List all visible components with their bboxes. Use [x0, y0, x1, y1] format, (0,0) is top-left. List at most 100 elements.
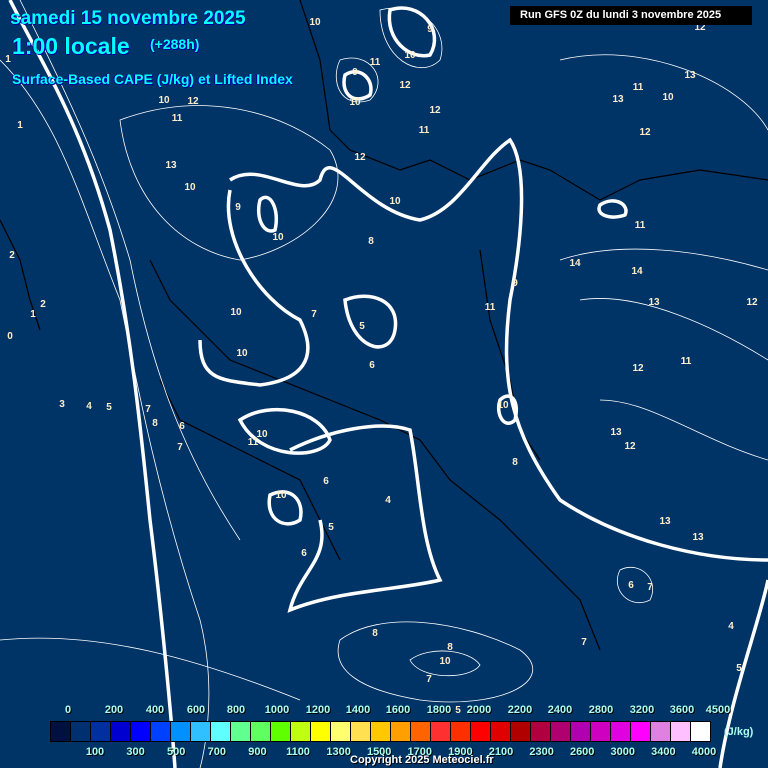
- contour-label: 3: [59, 399, 65, 410]
- contour-label: 8: [512, 457, 518, 468]
- contour-label: 11: [172, 113, 183, 124]
- legend-label-bottom: 500: [167, 746, 186, 758]
- contour-label: 7: [647, 582, 653, 593]
- legend-swatch: [251, 722, 271, 741]
- legend-swatch: [491, 722, 511, 741]
- contour-labels: 1091011912101212111310111212101311121310…: [5, 17, 758, 716]
- contour-label: 6: [179, 421, 185, 432]
- contour-label: 13: [648, 297, 660, 308]
- legend-swatch: [511, 722, 531, 741]
- contour-label: 8: [447, 642, 453, 653]
- contour-label: 8: [152, 418, 158, 429]
- contour-label: 6: [628, 580, 634, 591]
- legend-swatch: [651, 722, 671, 741]
- contour-label: 13: [692, 532, 704, 543]
- legend-swatch: [571, 722, 591, 741]
- legend-label-top: 1400: [345, 704, 371, 716]
- contour-label: 12: [187, 96, 199, 107]
- legend-swatch: [211, 722, 231, 741]
- contour-label: 9: [427, 24, 433, 35]
- legend-label-bottom: 4000: [691, 746, 717, 758]
- legend-swatch: [71, 722, 91, 741]
- legend-label-top: 200: [104, 704, 124, 716]
- contour-label: 6: [369, 360, 375, 371]
- contour-label: 4: [385, 495, 391, 506]
- legend-swatch: [531, 722, 551, 741]
- legend-swatch: [191, 722, 211, 741]
- legend-swatch: [131, 722, 151, 741]
- legend-swatch: [691, 722, 710, 741]
- legend-swatch: [551, 722, 571, 741]
- legend-swatch: [271, 722, 291, 741]
- contour-label: 12: [746, 297, 758, 308]
- contour-label: 11: [419, 125, 430, 136]
- contour-label: 10: [236, 348, 248, 359]
- legend-swatch: [371, 722, 391, 741]
- legend-swatch: [451, 722, 471, 741]
- legend-label-bottom: 700: [207, 746, 226, 758]
- contour-label: 11: [370, 57, 381, 68]
- forecast-date: samedi 15 novembre 2025: [10, 8, 246, 29]
- contour-label: 11: [633, 82, 644, 93]
- legend-label-bottom: 2600: [569, 746, 595, 758]
- contour-label: 9: [352, 67, 358, 78]
- contour-label: 7: [311, 309, 317, 320]
- contour-label: 5: [359, 321, 365, 332]
- contour-label: 12: [624, 441, 636, 452]
- contour-label: 7: [177, 442, 183, 453]
- contour-label: 1: [5, 54, 11, 65]
- legend-swatch: [671, 722, 691, 741]
- contour-label: 12: [429, 105, 441, 116]
- color-bar: [50, 721, 711, 742]
- contour-label: 2: [40, 299, 46, 310]
- forecast-offset: (+288h): [150, 36, 200, 52]
- contour-label: 11: [485, 302, 496, 313]
- contour-label: 10: [275, 490, 287, 501]
- legend-label-top: 4500: [705, 704, 731, 716]
- contour-label: 10: [230, 307, 242, 318]
- legend-swatch: [331, 722, 351, 741]
- legend-label-top: 1000: [264, 704, 290, 716]
- legend-label-top: 600: [186, 704, 206, 716]
- contour-label: 12: [399, 80, 411, 91]
- contour-label: 7: [581, 637, 587, 648]
- legend-label-bottom: 900: [248, 746, 267, 758]
- legend-swatch: [231, 722, 251, 741]
- contour-label: 5: [736, 663, 742, 674]
- legend-swatch: [151, 722, 171, 741]
- contour-label: 7: [145, 404, 151, 415]
- legend-label-top: 2400: [547, 704, 573, 716]
- contour-label: 10: [349, 97, 361, 108]
- contour-label: 12: [632, 363, 644, 374]
- contour-label: 14: [569, 258, 581, 269]
- legend-label-top: 1800: [426, 704, 452, 716]
- parameter-title: Surface-Based CAPE (J/kg) et Lifted Inde…: [12, 71, 293, 87]
- legend-label-top: 400: [145, 704, 165, 716]
- legend-swatch: [631, 722, 651, 741]
- contour-label: 4: [86, 401, 92, 412]
- contour-label: 4: [728, 621, 734, 632]
- legend-label-bottom: 1100: [286, 746, 310, 758]
- legend-label-top: 800: [226, 704, 246, 716]
- legend-label-bottom: 1300: [326, 746, 351, 758]
- contour-label: 5: [455, 705, 461, 716]
- copyright: Copyright 2025 Meteociel.fr: [350, 754, 494, 766]
- contour-label: 13: [610, 427, 622, 438]
- contour-label: 10: [404, 50, 416, 61]
- contour-label: 13: [165, 160, 177, 171]
- contour-label: 11: [681, 356, 692, 367]
- contour-label: 0: [7, 331, 13, 342]
- cape-thin-contours: [0, 0, 768, 768]
- contour-label: 5: [328, 522, 334, 533]
- coastlines: [0, 0, 768, 651]
- legend-swatch: [391, 722, 411, 741]
- contour-label: 8: [368, 236, 374, 247]
- contour-label: 1: [30, 309, 36, 320]
- contour-label: 10: [158, 95, 170, 106]
- contour-label: 1: [17, 120, 23, 131]
- legend-label-top: 3200: [629, 704, 655, 716]
- cape-map: 1091011912101212111310111212101311121310…: [0, 0, 768, 768]
- legend-swatch: [411, 722, 431, 741]
- legend-swatch: [51, 722, 71, 741]
- contour-label: 8: [372, 628, 378, 639]
